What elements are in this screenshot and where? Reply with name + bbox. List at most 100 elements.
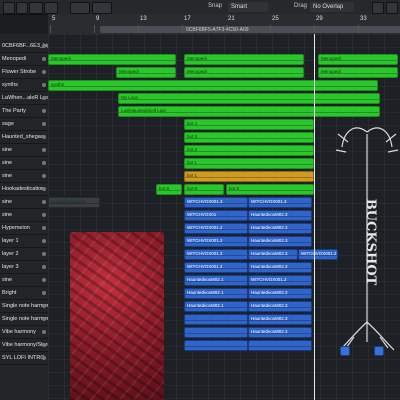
audio-region[interactable]: WITCHVOX01 — [184, 210, 248, 221]
functions-menu-button[interactable] — [29, 2, 43, 14]
pencil-tool-button[interactable] — [92, 2, 112, 14]
track-mute-dot[interactable] — [42, 148, 46, 152]
track-header[interactable]: Single note harmony — [0, 300, 52, 313]
audio-region[interactable]: HauntedvoxM02.1 — [184, 288, 248, 299]
track-mute-dot[interactable] — [42, 200, 46, 204]
track-header[interactable]: Haunted_shegaw — [0, 131, 48, 144]
track-header[interactable]: Vibe harmony/Stereo — [0, 339, 54, 352]
track-mute-dot[interactable] — [42, 317, 46, 321]
audio-region[interactable]: WITCHVOX001.2 — [298, 249, 338, 260]
audio-region[interactable]: HauntedvoxM02.3 — [248, 301, 312, 312]
audio-region[interactable] — [184, 314, 248, 325]
track-mute-dot[interactable] — [42, 122, 46, 126]
midi-region[interactable]: bot 1 — [184, 171, 314, 182]
playhead[interactable] — [314, 34, 315, 400]
track-header[interactable]: Bright — [0, 287, 48, 300]
track-mute-dot[interactable] — [42, 239, 46, 243]
audio-region[interactable]: HauntedvoxM02.3 — [248, 327, 312, 338]
region-loop-button[interactable] — [374, 346, 384, 356]
track-header[interactable]: Flower Strobe — [0, 66, 48, 79]
track-header[interactable]: sine — [0, 209, 48, 222]
midi-region[interactable]: My Love — [118, 93, 380, 104]
track-header[interactable]: sine — [0, 274, 48, 287]
track-header[interactable]: sine — [0, 170, 48, 183]
track-header[interactable]: SYL LOFI INTRO — [0, 352, 48, 365]
midi-region[interactable]: synths — [48, 80, 378, 91]
track-header[interactable]: Vibe harmony — [0, 326, 48, 339]
track-mute-dot[interactable] — [42, 226, 46, 230]
track-mute-dot[interactable] — [42, 44, 46, 48]
track-mute-dot[interactable] — [42, 57, 46, 61]
track-header[interactable]: sage — [0, 118, 48, 131]
track-header[interactable]: LaWhen...aleR Last — [0, 92, 50, 105]
midi-region[interactable]: Menopedi — [318, 54, 398, 65]
track-mute-dot[interactable] — [42, 278, 46, 282]
audio-region[interactable] — [184, 327, 248, 338]
track-header[interactable]: The Party — [0, 105, 48, 118]
midi-region[interactable]: Menopedi — [184, 54, 304, 65]
midi-region[interactable]: Menopedi — [48, 54, 176, 65]
edit-menu-button[interactable] — [16, 2, 28, 14]
track-mute-dot[interactable] — [42, 135, 46, 139]
audio-region[interactable]: WITCHVOX001.2 — [184, 223, 248, 234]
audio-region[interactable]: HauntedvoxM02.3 — [248, 223, 312, 234]
midi-region[interactable]: Menopedi — [184, 67, 304, 78]
region-loop-button[interactable] — [340, 346, 350, 356]
track-header[interactable]: synths — [0, 79, 48, 92]
track-mute-dot[interactable] — [42, 252, 46, 256]
audio-region[interactable]: WITCHVOX001.2 — [184, 249, 248, 260]
snap-select[interactable]: Smart — [228, 2, 268, 12]
track-mute-dot[interactable] — [42, 265, 46, 269]
track-header[interactable]: layer 1 — [0, 235, 48, 248]
track-header[interactable]: layer 2 — [0, 248, 48, 261]
track-mute-dot[interactable] — [42, 174, 46, 178]
audio-region[interactable]: HauntedvoxM02.3 — [248, 236, 312, 247]
waveform-zoom-button[interactable] — [386, 2, 398, 14]
track-mute-dot[interactable] — [42, 161, 46, 165]
audio-region[interactable]: HauntedvoxM02.3 — [248, 288, 312, 299]
audio-region[interactable] — [184, 340, 248, 351]
track-header[interactable]: 0CBF6BF...6E3_bip — [0, 40, 50, 53]
midi-region[interactable]: bot 8 — [226, 184, 314, 195]
track-header[interactable]: sine — [0, 144, 48, 157]
sidebar-toggle-button[interactable] — [3, 2, 15, 14]
cycle-region[interactable] — [100, 26, 400, 33]
track-header[interactable]: Hookadestication — [0, 183, 48, 196]
audio-region[interactable] — [248, 340, 312, 351]
midi-region[interactable]: Menopedi — [116, 67, 176, 78]
midi-region[interactable]: Menopedi — [318, 67, 398, 78]
track-header[interactable]: Single note harmony — [0, 313, 52, 326]
track-mute-dot[interactable] — [42, 291, 46, 295]
track-mute-dot[interactable] — [42, 330, 46, 334]
track-header[interactable]: sine — [0, 157, 48, 170]
track-mute-dot[interactable] — [42, 356, 46, 360]
track-mute-dot[interactable] — [42, 83, 46, 87]
track-header[interactable]: Menopedi — [0, 53, 48, 66]
audio-region[interactable]: WITCHVOX001.3 — [248, 197, 312, 208]
midi-region[interactable]: Hookadestication — [48, 197, 100, 208]
track-mute-dot[interactable] — [42, 109, 46, 113]
audio-region[interactable]: WITCHVOX001.2 — [184, 262, 248, 273]
track-mute-dot[interactable] — [42, 96, 46, 100]
audio-region[interactable]: HauntedvoxM02.1 — [184, 301, 248, 312]
zoom-button[interactable] — [372, 2, 384, 14]
pointer-tool-button[interactable] — [70, 2, 90, 14]
midi-region[interactable]: bot 3 — [184, 132, 314, 143]
audio-region[interactable]: HauntedvoxM02.1 — [184, 275, 248, 286]
audio-region[interactable]: HauntedvoxM02.3 — [248, 262, 312, 273]
audio-region[interactable]: HauntedvoxM02.3 — [248, 210, 312, 221]
track-header[interactable]: layer 3 — [0, 261, 48, 274]
midi-region[interactable]: bot 2 — [184, 145, 314, 156]
audio-region[interactable]: HauntedvoxM02.3 — [248, 314, 312, 325]
audio-region[interactable]: HauntedvoxM02.3 — [248, 249, 298, 260]
view-menu-button[interactable] — [44, 2, 58, 14]
track-header[interactable]: sine — [0, 196, 48, 209]
midi-region[interactable]: bot 1 — [184, 158, 314, 169]
track-mute-dot[interactable] — [42, 70, 46, 74]
track-mute-dot[interactable] — [42, 304, 46, 308]
midi-region[interactable]: bot 8 — [156, 184, 182, 195]
audio-region[interactable]: WITCHVOX001.2 — [184, 236, 248, 247]
track-mute-dot[interactable] — [42, 343, 46, 347]
midi-region[interactable]: LastHauntedshelf Last — [118, 106, 380, 117]
track-mute-dot[interactable] — [42, 187, 46, 191]
